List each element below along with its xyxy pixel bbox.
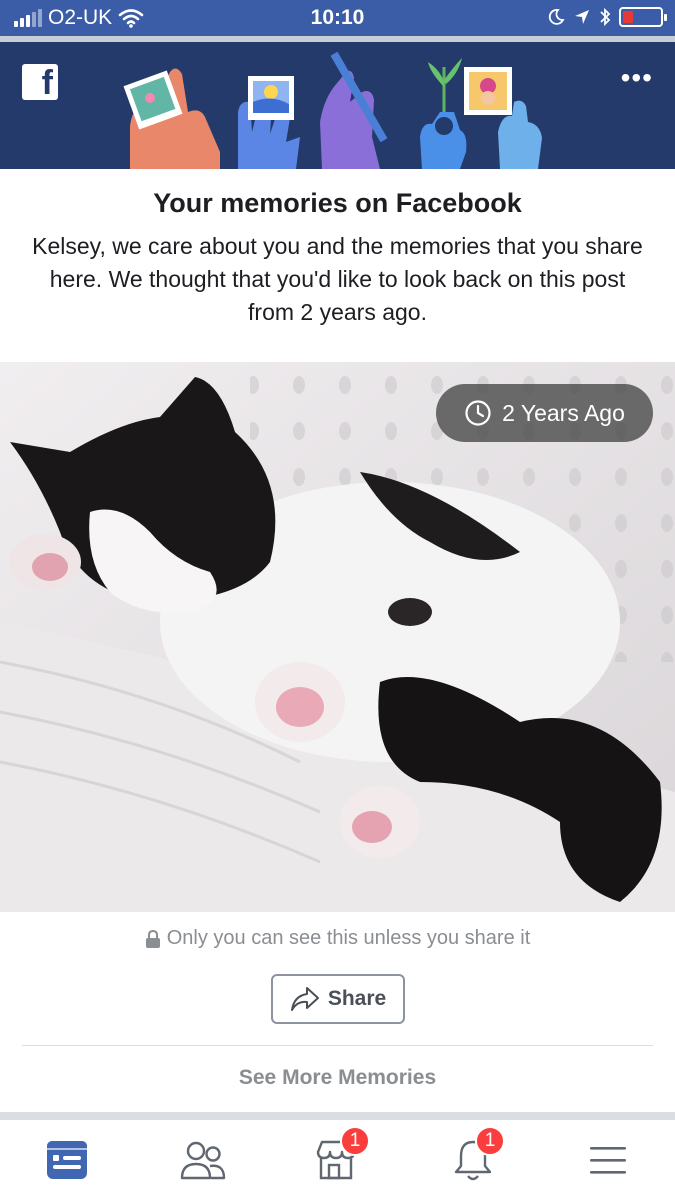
facebook-logo-letter: f — [41, 64, 53, 102]
memories-message: Kelsey, we care about you and the memori… — [32, 233, 643, 325]
location-arrow-icon — [575, 10, 589, 24]
battery-level — [623, 11, 633, 23]
tab-notifications[interactable]: 1 — [443, 1126, 505, 1186]
facebook-logo-icon[interactable]: f — [22, 64, 58, 102]
share-arrow-icon — [290, 987, 319, 1011]
bluetooth-icon — [600, 7, 611, 27]
tab-menu[interactable] — [578, 1134, 638, 1186]
marketplace-badge: 1 — [340, 1126, 370, 1156]
more-options-button[interactable]: ••• — [621, 64, 653, 92]
do-not-disturb-moon-icon — [548, 9, 565, 25]
hands-holding-memories-illustration — [123, 51, 542, 169]
tab-news-feed[interactable] — [37, 1134, 97, 1186]
notifications-badge: 1 — [475, 1126, 505, 1156]
years-ago-label: 2 Years Ago — [502, 399, 625, 426]
friends-icon — [180, 1141, 226, 1180]
memory-photo[interactable] — [0, 362, 675, 912]
share-button[interactable]: Share — [271, 974, 405, 1024]
lock-icon — [145, 929, 160, 948]
memories-title: Your memories on Facebook — [153, 188, 522, 218]
clock-icon — [465, 400, 491, 426]
menu-icon — [590, 1147, 626, 1174]
privacy-note: Only you can see this unless you share i… — [0, 927, 675, 950]
memories-header-banner: f ••• — [0, 42, 675, 169]
status-right — [547, 7, 667, 27]
see-more-memories-link[interactable]: See More Memories — [0, 1066, 675, 1090]
bottom-tab-bar: 1 1 — [0, 1120, 675, 1200]
years-ago-badge: 2 Years Ago — [436, 384, 653, 442]
tab-friends[interactable] — [173, 1134, 233, 1186]
divider — [22, 1045, 653, 1046]
section-separator — [0, 1112, 675, 1120]
privacy-note-text: Only you can see this unless you share i… — [166, 927, 531, 949]
sleeping-kitten-photo — [0, 362, 675, 912]
battery-icon — [619, 7, 667, 27]
tab-marketplace[interactable]: 1 — [306, 1126, 370, 1186]
status-bar: O2-UK 10:10 — [0, 0, 675, 36]
share-button-label: Share — [327, 987, 387, 1010]
news-feed-icon — [47, 1141, 87, 1179]
